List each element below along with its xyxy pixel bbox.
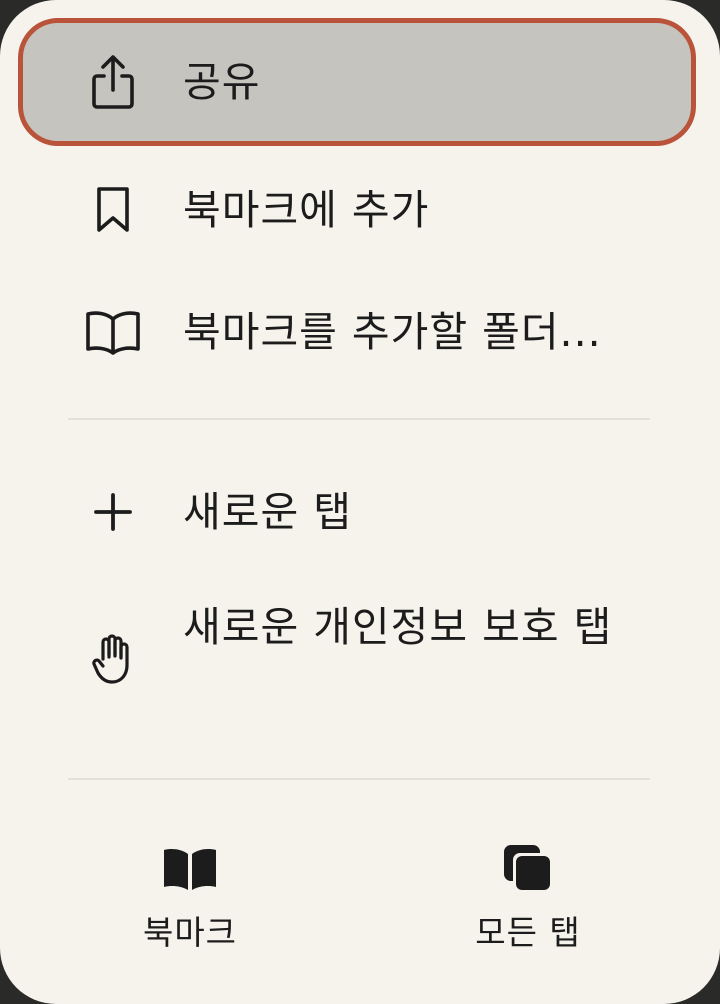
menu-item-new-private-tab[interactable]: 새로운 개인정보 보호 탭 (0, 592, 720, 722)
bookmarks-button[interactable]: 북마크 (90, 828, 290, 958)
menu-item-add-bookmark[interactable]: 북마크에 추가 (0, 146, 720, 274)
plus-icon (82, 481, 144, 543)
divider (68, 418, 650, 420)
menu-item-new-private-tab-label: 새로운 개인정보 보호 탭 (183, 603, 613, 651)
menu-item-share-label: 공유 (183, 58, 261, 106)
browser-menu: 공유 북마크에 추가 북마크를 추가할 폴더... 새로운 탭 새로운 개인정보… (0, 0, 720, 1004)
menu-item-bookmark-folder[interactable]: 북마크를 추가할 폴더... (0, 268, 720, 396)
tabs-stack-icon (497, 838, 559, 900)
book-filled-icon (159, 838, 221, 900)
all-tabs-button-label: 모든 탭 (475, 913, 581, 952)
book-open-icon (82, 301, 144, 363)
menu-item-new-tab-label: 새로운 탭 (183, 488, 352, 536)
divider (68, 778, 650, 780)
all-tabs-button[interactable]: 모든 탭 (428, 828, 628, 958)
menu-item-bookmark-folder-label: 북마크를 추가할 폴더... (183, 308, 602, 356)
menu-item-share[interactable]: 공유 (0, 18, 720, 146)
menu-item-new-tab[interactable]: 새로운 탭 (0, 448, 720, 576)
bookmarks-button-label: 북마크 (142, 913, 238, 952)
bookmark-icon (82, 179, 144, 241)
hand-icon (82, 628, 144, 690)
menu-item-add-bookmark-label: 북마크에 추가 (183, 186, 430, 234)
share-icon (82, 51, 144, 113)
